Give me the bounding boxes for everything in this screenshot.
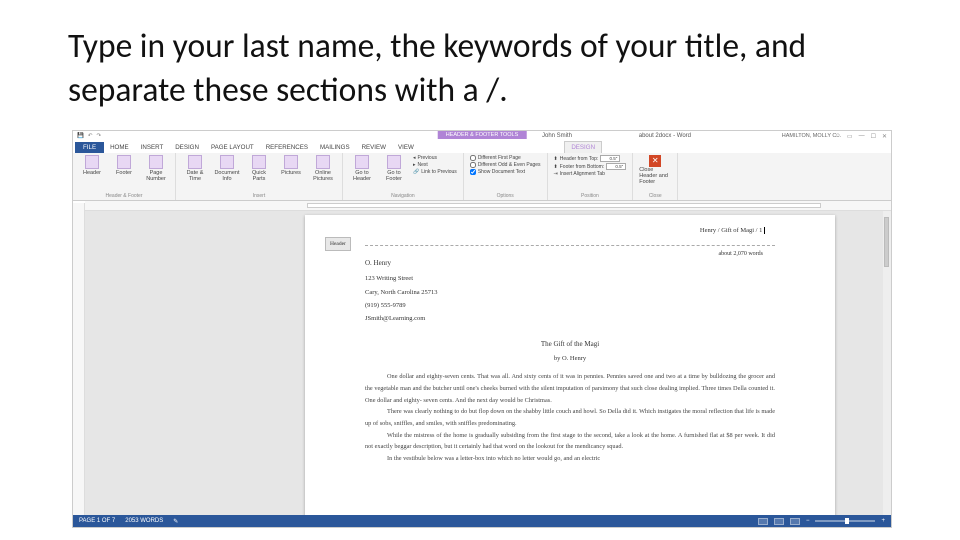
tab-insert[interactable]: INSERT (135, 142, 170, 153)
group-label: Navigation (391, 193, 415, 199)
web-layout-view-button[interactable] (790, 518, 800, 525)
phone: (919) 555-9789 (365, 300, 775, 312)
next-button[interactable]: ▸Next (413, 162, 457, 168)
close-icon: ✕ (649, 155, 661, 167)
address-line-2: Cary, North Carolina 25713 (365, 287, 775, 299)
header-from-top-spinner[interactable]: ⬍Header from Top:0.5" (554, 155, 627, 162)
different-odd-even-checkbox[interactable]: Different Odd & Even Pages (470, 162, 541, 168)
online-pictures-button[interactable]: Online Pictures (310, 155, 336, 182)
page-header-text[interactable]: Henry / Gift of Magi / 1 (700, 225, 765, 237)
footer-button[interactable]: Footer (111, 155, 137, 176)
page[interactable]: Henry / Gift of Magi / 1 Header about 2,… (305, 215, 835, 515)
show-document-text-checkbox[interactable]: Show Document Text (470, 169, 541, 175)
group-label: Position (581, 193, 599, 199)
save-icon[interactable]: 💾 (77, 133, 84, 139)
vertical-ruler[interactable] (73, 203, 85, 515)
previous-button[interactable]: ◂Previous (413, 155, 457, 161)
page-indicator[interactable]: PAGE 1 OF 7 (79, 518, 115, 525)
signed-in-user[interactable]: HAMILTON, MOLLY C... (782, 133, 841, 139)
document-title-suffix: about 2docx - Word (639, 133, 691, 139)
header-tag[interactable]: Header (325, 237, 351, 251)
group-insert: Date & Time Document Info Quick Parts Pi… (176, 153, 343, 200)
ribbon-display-icon[interactable]: ▭ (847, 133, 853, 140)
pictures-button[interactable]: Pictures (278, 155, 304, 176)
body-paragraph: While the mistress of the home is gradua… (365, 430, 775, 453)
zoom-out-button[interactable]: − (806, 518, 810, 524)
address-line-1: 123 Writing Street (365, 273, 775, 285)
title-bar: 💾 ↶ ↷ HEADER & FOOTER TOOLS John Smith a… (73, 131, 891, 141)
group-header-footer: Header Footer Page Number Header & Foote… (73, 153, 176, 200)
group-options: Different First Page Different Odd & Eve… (464, 153, 548, 200)
horizontal-ruler[interactable] (85, 201, 891, 211)
document-name: John Smith (542, 133, 572, 139)
group-label: Insert (253, 193, 266, 199)
document-viewport[interactable]: Henry / Gift of Magi / 1 Header about 2,… (85, 211, 891, 515)
body-paragraph: In the vestibule below was a letter-box … (365, 453, 775, 465)
header-button[interactable]: Header (79, 155, 105, 176)
ribbon-tabs: FILE HOME INSERT DESIGN PAGE LAYOUT REFE… (73, 141, 891, 153)
tab-header-footer-design[interactable]: DESIGN (564, 141, 602, 153)
ribbon: Header Footer Page Number Header & Foote… (73, 153, 891, 201)
zoom-in-button[interactable]: + (881, 518, 885, 524)
word-count-text: about 2,070 words (719, 249, 764, 260)
vertical-scrollbar[interactable] (883, 211, 891, 515)
zoom-slider[interactable] (815, 520, 875, 522)
minimize-icon[interactable]: — (859, 133, 865, 140)
author-name: O. Henry (365, 257, 775, 270)
group-close: ✕ Close Header and Footer Close (633, 153, 678, 200)
different-first-page-checkbox[interactable]: Different First Page (470, 155, 541, 161)
date-time-button[interactable]: Date & Time (182, 155, 208, 182)
status-bar: PAGE 1 OF 7 2053 WORDS ✎ − + (73, 515, 891, 527)
tab-design[interactable]: DESIGN (169, 142, 205, 153)
insert-alignment-tab-button[interactable]: ⇥Insert Alignment Tab (554, 171, 627, 177)
close-window-icon[interactable]: ✕ (882, 133, 887, 140)
footer-from-bottom-spinner[interactable]: ⬍Footer from Bottom:0.5" (554, 163, 627, 170)
tab-home[interactable]: HOME (104, 142, 135, 153)
group-label: Close (649, 193, 662, 199)
byline: by O. Henry (365, 353, 775, 365)
maximize-icon[interactable]: ☐ (871, 133, 876, 140)
header-boundary (365, 245, 775, 246)
link-to-previous-button[interactable]: 🔗Link to Previous (413, 169, 457, 175)
group-position: ⬍Header from Top:0.5" ⬍Footer from Botto… (548, 153, 634, 200)
tab-file[interactable]: FILE (75, 142, 104, 153)
word-count-indicator[interactable]: 2053 WORDS (125, 518, 163, 525)
scrollbar-thumb[interactable] (884, 217, 889, 267)
group-label: Options (497, 193, 514, 199)
goto-header-button[interactable]: Go to Header (349, 155, 375, 182)
word-window: 💾 ↶ ↷ HEADER & FOOTER TOOLS John Smith a… (72, 130, 892, 528)
read-mode-view-button[interactable] (758, 518, 768, 525)
slide-instruction-text: Type in your last name, the keywords of … (68, 24, 892, 111)
tab-page-layout[interactable]: PAGE LAYOUT (205, 142, 260, 153)
tab-review[interactable]: REVIEW (356, 142, 392, 153)
group-navigation: Go to Header Go to Footer ◂Previous ▸Nex… (343, 153, 464, 200)
undo-icon[interactable]: ↶ (88, 133, 93, 139)
group-label: Header & Footer (106, 193, 143, 199)
document-info-button[interactable]: Document Info (214, 155, 240, 182)
email: JSmith@Learning.com (365, 313, 775, 325)
body-paragraph: One dollar and eighty-seven cents. That … (365, 371, 775, 406)
tab-mailings[interactable]: MAILINGS (314, 142, 356, 153)
body-paragraph: There was clearly nothing to do but flop… (365, 406, 775, 429)
tab-view[interactable]: VIEW (392, 142, 420, 153)
page-number-button[interactable]: Page Number (143, 155, 169, 182)
spellcheck-icon[interactable]: ✎ (173, 518, 178, 525)
story-title: The Gift of the Magi (365, 338, 775, 351)
redo-icon[interactable]: ↷ (96, 133, 101, 139)
quick-parts-button[interactable]: Quick Parts (246, 155, 272, 182)
feedback-icon[interactable]: ☺ (835, 133, 841, 140)
tab-references[interactable]: REFERENCES (260, 142, 314, 153)
contextual-tab-title: HEADER & FOOTER TOOLS (438, 131, 527, 139)
quick-access-toolbar[interactable]: 💾 ↶ ↷ (77, 133, 101, 139)
close-header-footer-button[interactable]: ✕ Close Header and Footer (639, 155, 671, 185)
print-layout-view-button[interactable] (774, 518, 784, 525)
goto-footer-button[interactable]: Go to Footer (381, 155, 407, 182)
